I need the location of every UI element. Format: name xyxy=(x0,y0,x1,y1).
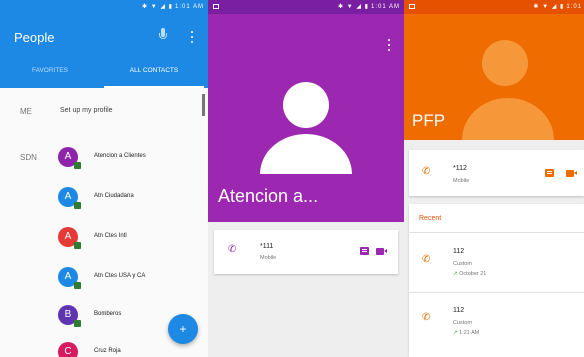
avatar: C xyxy=(58,342,78,357)
phone-type: Mobile xyxy=(453,178,470,184)
call-label: Custom xyxy=(453,320,472,326)
sim-badge-icon xyxy=(74,162,81,169)
tab-favorites[interactable]: FAVORITES xyxy=(0,62,100,88)
sim-badge-icon xyxy=(74,242,81,249)
wifi-icon: ▼ xyxy=(346,4,354,10)
add-contact-button[interactable]: + xyxy=(168,314,198,344)
notification-icon xyxy=(409,4,415,9)
contact-header: ✱ ▼ ◢ ▮ 1:01 AM Atencion a... xyxy=(208,0,404,222)
signal-icon: ◢ xyxy=(160,4,166,10)
list-item[interactable]: A Atn Ctes USA y CA xyxy=(0,263,208,293)
contact-name: Cruz Roja xyxy=(94,348,121,354)
battery-icon: ▮ xyxy=(560,4,565,10)
contact-name-title: PFP xyxy=(412,111,446,130)
call-time: October 21 xyxy=(459,271,487,277)
status-time: 1:01 AM xyxy=(370,4,400,10)
list-item[interactable]: A Atn Ciudadana xyxy=(0,183,208,213)
add-contact-icon: + xyxy=(179,322,187,336)
phone-icon: ✆ xyxy=(228,244,237,255)
list-item[interactable]: SDN A Atencion a Clientes xyxy=(0,143,208,173)
status-bar: ✱ ▼ ◢ ▮ 1:01 xyxy=(404,0,584,14)
bluetooth-icon: ✱ xyxy=(338,4,345,10)
mic-icon[interactable] xyxy=(158,28,168,44)
avatar: A xyxy=(58,267,81,289)
setup-profile-text: Set up my profile xyxy=(60,107,113,114)
wifi-icon: ▼ xyxy=(542,4,550,10)
video-call-icon[interactable] xyxy=(566,170,577,177)
divider xyxy=(409,292,584,293)
battery-icon: ▮ xyxy=(364,4,369,10)
contact-name-title: Atencion a... xyxy=(218,186,319,206)
contact-name: Atn Ctes Intl xyxy=(94,233,127,239)
scrollbar[interactable] xyxy=(202,94,205,116)
page-title: People xyxy=(14,30,55,45)
phone-number: *111 xyxy=(260,243,274,250)
status-time: 1:01 xyxy=(566,4,582,10)
status-bar: ✱ ▼ ◢ ▮ 1:01 AM xyxy=(0,0,208,14)
bluetooth-icon: ✱ xyxy=(142,4,149,10)
tab-all-contacts[interactable]: ALL CONTACTS xyxy=(100,62,208,88)
divider xyxy=(409,232,584,233)
section-label-me: ME xyxy=(20,107,32,116)
list-item[interactable]: A Atn Ctes Intl xyxy=(0,223,208,253)
contact-name: Atn Ciudadana xyxy=(94,193,134,199)
call-time: 1:21 AM xyxy=(459,330,480,336)
section-label-sdn: SDN xyxy=(20,153,37,162)
bluetooth-icon: ✱ xyxy=(533,4,540,10)
contact-detail-purple: ✱ ▼ ◢ ▮ 1:01 AM Atencion a... ✆ *111 Mobi… xyxy=(208,0,404,357)
sim-badge-icon xyxy=(74,320,81,327)
phone-icon: ✆ xyxy=(422,312,431,323)
status-bar: ✱ ▼ ◢ ▮ 1:01 AM xyxy=(208,0,404,14)
signal-icon: ◢ xyxy=(551,4,558,10)
call-label: Custom xyxy=(453,261,472,267)
avatar: A xyxy=(58,227,81,249)
contact-name: Atencion a Clientes xyxy=(94,153,146,159)
call-number: 112 xyxy=(453,248,465,255)
phone-card[interactable]: ✆ *111 Mobile xyxy=(214,230,398,274)
people-screen: ✱ ▼ ◢ ▮ 1:01 AM People FAVORITES ALL CONT… xyxy=(0,0,208,357)
tab-bar: FAVORITES ALL CONTACTS xyxy=(0,62,208,88)
call-number: 112 xyxy=(453,307,465,314)
avatar: B xyxy=(58,305,81,327)
sim-badge-icon xyxy=(74,282,81,289)
notification-icon xyxy=(213,4,219,9)
wifi-icon: ▼ xyxy=(150,4,158,10)
contact-detail-orange: ✱ ▼ ◢ ▮ 1:01 PFP ✆ *112 Mobile Recent ✆ 1… xyxy=(404,0,584,357)
video-call-icon[interactable] xyxy=(376,248,387,255)
recent-card: Recent ✆ 112 Custom ↗ October 21 ✆ 112 C… xyxy=(409,204,584,357)
more-vert-icon[interactable] xyxy=(387,38,391,52)
message-icon[interactable] xyxy=(360,247,369,255)
battery-icon: ▮ xyxy=(168,4,173,10)
phone-number: *112 xyxy=(453,165,467,172)
contact-header: ✱ ▼ ◢ ▮ 1:01 PFP xyxy=(404,0,584,140)
people-app-bar: ✱ ▼ ◢ ▮ 1:01 AM People FAVORITES ALL CONT… xyxy=(0,0,208,88)
phone-type: Mobile xyxy=(260,255,277,261)
phone-card[interactable]: ✆ *112 Mobile xyxy=(409,150,584,196)
more-vert-icon[interactable] xyxy=(190,30,194,44)
received-call-icon: ↗ xyxy=(453,271,458,277)
contact-name: Bomberos xyxy=(94,311,122,317)
status-time: 1:01 AM xyxy=(174,4,204,10)
sim-badge-icon xyxy=(74,202,81,209)
avatar: A xyxy=(58,147,81,169)
contact-name: Atn Ctes USA y CA xyxy=(94,273,146,279)
recent-heading: Recent xyxy=(419,215,442,222)
phone-icon: ✆ xyxy=(422,254,431,265)
phone-icon: ✆ xyxy=(422,166,431,177)
message-icon[interactable] xyxy=(545,169,554,177)
signal-icon: ◢ xyxy=(356,4,362,10)
received-call-icon: ↗ xyxy=(453,330,458,336)
my-profile-row[interactable]: ME Set up my profile xyxy=(0,97,208,127)
avatar: A xyxy=(58,187,81,209)
